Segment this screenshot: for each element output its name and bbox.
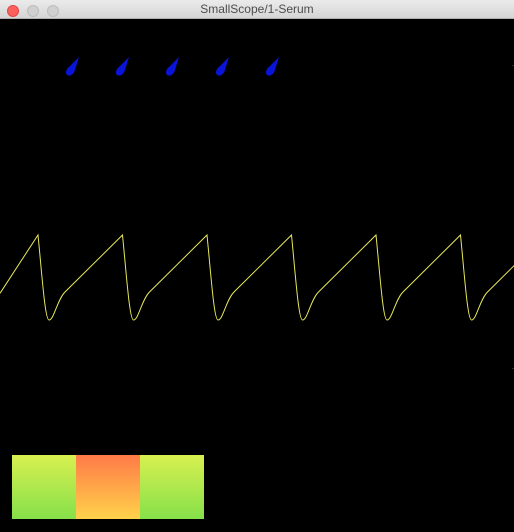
- knob-3[interactable]: [164, 56, 182, 78]
- knob-4[interactable]: [214, 56, 232, 78]
- app-window: SmallScope/1-Serum: [0, 0, 514, 532]
- knob-icon: [266, 57, 279, 76]
- scope-canvas: [0, 19, 514, 532]
- color-block-3[interactable]: [140, 455, 204, 519]
- knob-1[interactable]: [64, 56, 82, 78]
- knob-5[interactable]: [264, 56, 282, 78]
- knob-icon: [166, 57, 179, 76]
- waveform-trace: [0, 233, 514, 321]
- color-block-1[interactable]: [12, 455, 76, 519]
- knob-icon: [66, 57, 79, 76]
- color-block-2[interactable]: [76, 455, 140, 519]
- knob-icon: [116, 57, 129, 76]
- window-title: SmallScope/1-Serum: [200, 2, 314, 16]
- knob-2[interactable]: [114, 56, 132, 78]
- title-bar[interactable]: SmallScope/1-Serum: [0, 0, 514, 19]
- knob-icon: [216, 57, 229, 76]
